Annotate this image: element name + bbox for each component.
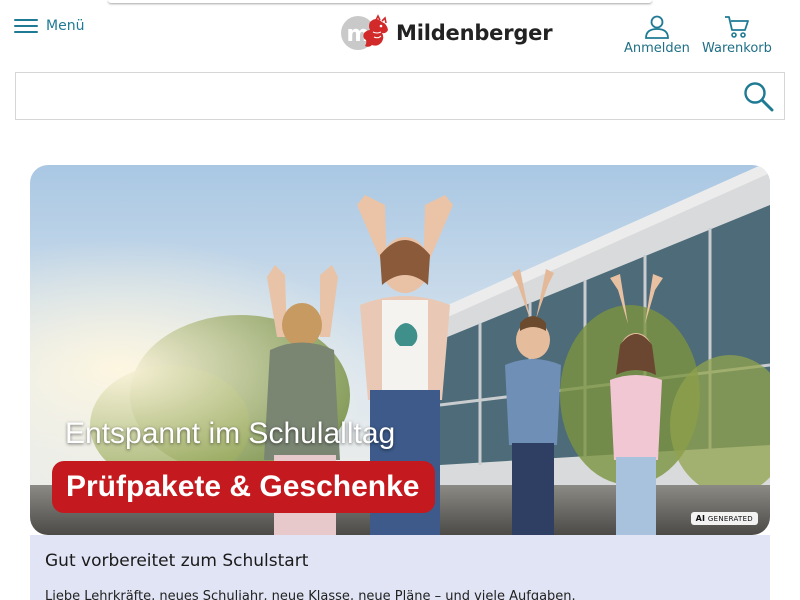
cart-label: Warenkorb: [702, 41, 772, 56]
site-logo[interactable]: m Mildenberger: [340, 14, 553, 52]
menu-button[interactable]: Menü: [14, 17, 84, 35]
ai-generated-badge: AI GENERATED: [690, 512, 758, 525]
site-header: Menü m Mildenberger Anmelden Warenkorb: [0, 0, 800, 70]
ai-badge-ai: AI: [695, 514, 706, 523]
search-button[interactable]: [742, 80, 776, 114]
search-icon: [744, 82, 774, 112]
info-heading: Gut vorbereitet zum Schulstart: [45, 551, 309, 571]
search-input[interactable]: [16, 73, 736, 119]
hamburger-menu-icon: [14, 17, 38, 35]
user-icon: [645, 15, 669, 39]
cart-button[interactable]: Warenkorb: [702, 15, 772, 56]
hero-highlight-text: Prüfpakete & Geschenke: [66, 470, 420, 503]
login-label: Anmelden: [624, 41, 690, 56]
logo-text: Mildenberger: [396, 21, 553, 45]
hero-title: Entspannt im Schulalltag: [65, 417, 396, 450]
info-text: Liebe Lehrkräfte, neues Schuljahr, neue …: [45, 589, 576, 600]
info-card: Gut vorbereitet zum Schulstart Liebe Leh…: [30, 535, 770, 600]
hero-highlight-pill[interactable]: Prüfpakete & Geschenke: [52, 461, 436, 513]
ai-badge-generated: GENERATED: [707, 515, 753, 523]
logo-dragon-icon: m: [341, 14, 388, 50]
menu-label: Menü: [46, 18, 85, 34]
search-bar: [15, 72, 785, 120]
login-button[interactable]: Anmelden: [624, 15, 690, 56]
shopping-cart-icon: [724, 16, 749, 38]
hero-banner[interactable]: Entspannt im Schulalltag Prüfpakete & Ge…: [30, 165, 770, 535]
